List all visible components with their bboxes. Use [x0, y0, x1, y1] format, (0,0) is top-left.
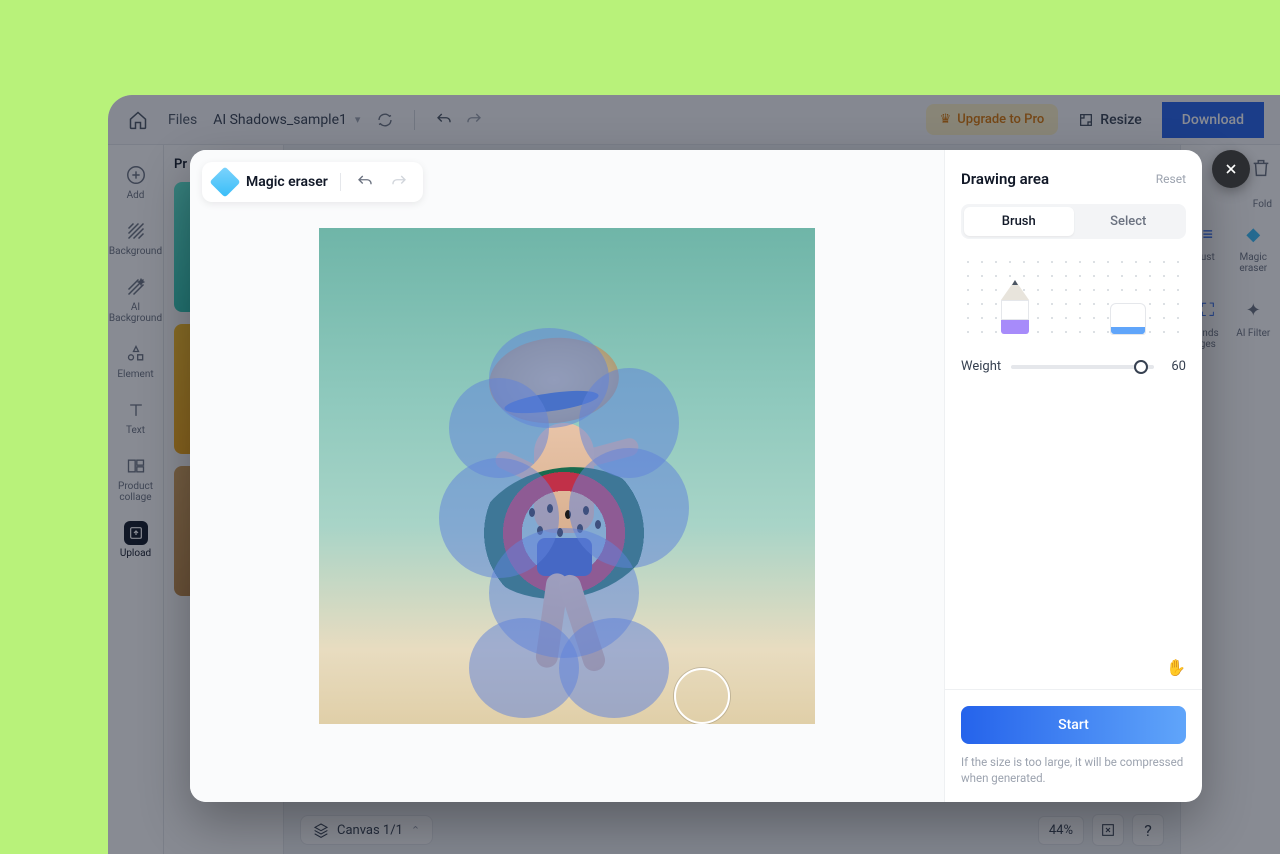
modal-toolbar: Magic eraser — [202, 162, 423, 202]
eraser-icon — [209, 166, 240, 197]
sidebar-title: Drawing area — [961, 170, 1049, 188]
hand-cursor-icon: ✋ — [961, 658, 1186, 677]
tool-title: Magic eraser — [246, 174, 328, 190]
close-modal-button[interactable] — [1212, 150, 1250, 188]
brush-preview — [961, 255, 1186, 345]
reset-button[interactable]: Reset — [1156, 172, 1186, 186]
footer-note: If the size is too large, it will be com… — [961, 754, 1186, 786]
brush-mask — [449, 328, 679, 708]
slider-thumb[interactable] — [1134, 360, 1148, 374]
modal-redo-button[interactable] — [387, 170, 411, 194]
divider — [340, 173, 341, 191]
close-icon — [1223, 161, 1239, 177]
magic-eraser-modal: Magic eraser — [190, 150, 1202, 802]
tab-brush[interactable]: Brush — [964, 207, 1074, 236]
start-button[interactable]: Start — [961, 706, 1186, 744]
tab-select[interactable]: Select — [1074, 207, 1184, 236]
modal-canvas[interactable]: Magic eraser — [190, 150, 944, 802]
modal-undo-button[interactable] — [353, 170, 377, 194]
editing-image[interactable] — [319, 228, 815, 724]
weight-slider[interactable] — [1011, 365, 1154, 369]
weight-label: Weight — [961, 359, 1001, 374]
modal-sidebar: Drawing area Reset Brush Select Weight 6… — [944, 150, 1202, 802]
pencil-tool-option[interactable] — [1001, 280, 1029, 335]
eraser-tool-option[interactable] — [1110, 303, 1146, 335]
brush-cursor — [674, 668, 730, 724]
weight-value: 60 — [1164, 359, 1186, 374]
divider — [945, 689, 1202, 690]
mode-tabs: Brush Select — [961, 204, 1186, 239]
